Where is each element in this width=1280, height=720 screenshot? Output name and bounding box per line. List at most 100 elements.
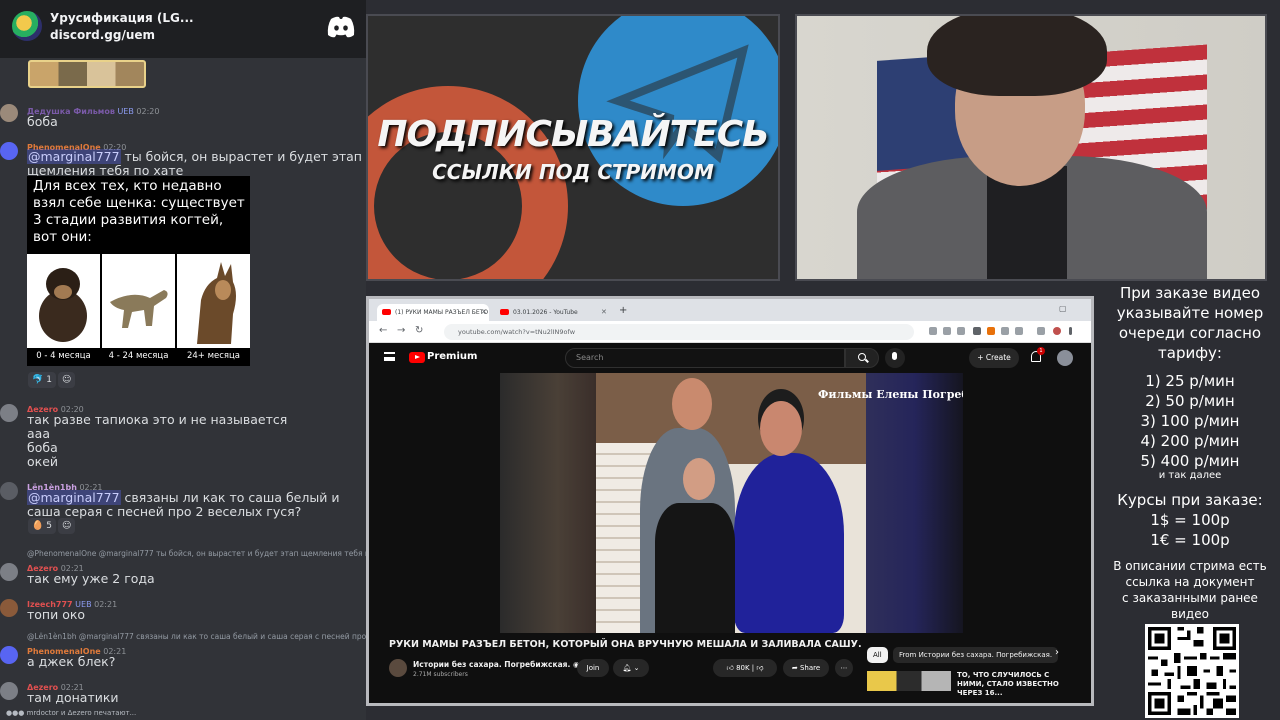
url-input[interactable]: youtube.com/watch?v=tNu2lIN9ofw xyxy=(444,324,914,340)
share-label: Share xyxy=(799,664,821,672)
meme-stage-caption: 4 - 24 месяца xyxy=(108,351,169,361)
user-mention[interactable]: @marginal777 xyxy=(27,149,121,164)
tariff-etc: и так далее xyxy=(1158,470,1222,481)
search-button[interactable] xyxy=(845,348,879,368)
man-head xyxy=(672,378,712,430)
meme-stage-caption: 0 - 4 месяца xyxy=(36,351,91,361)
meme-image[interactable]: Для всех тех, кто недавно взял себе щенк… xyxy=(27,176,250,366)
user-avatar[interactable] xyxy=(0,142,18,160)
menu-icon[interactable] xyxy=(1069,327,1072,335)
more-icon: ⋯ xyxy=(840,664,848,672)
account-avatar[interactable] xyxy=(1057,350,1073,366)
message-text: так разве тапиока это и не называется аа… xyxy=(27,413,363,469)
attached-image-dogs[interactable] xyxy=(28,60,146,88)
add-reaction-button[interactable]: ☺ xyxy=(58,518,76,534)
chip-from-channel[interactable]: From Истории без сахара. Погребижская. xyxy=(893,647,1059,663)
extension-icon[interactable] xyxy=(973,327,981,335)
server-name[interactable]: Урусификация (LG... xyxy=(50,11,194,25)
extension-icon[interactable] xyxy=(987,327,995,335)
rate-line: 1$ = 100р xyxy=(1150,511,1230,529)
info-footer-line: ссылка на документ xyxy=(1125,575,1255,589)
subscribe-bell-button[interactable]: 🔔︎ ⌄ xyxy=(613,659,649,677)
blurred-edge xyxy=(500,373,596,633)
youtube-brand-label[interactable]: Premium xyxy=(427,351,477,362)
server-invite-link[interactable]: discord.gg/uem xyxy=(50,28,155,42)
smiley-icon: ☺ xyxy=(62,375,72,385)
share-icon: ➦ xyxy=(791,664,800,672)
message-text: так ему уже 2 года xyxy=(27,571,155,586)
extension-icon[interactable] xyxy=(1001,327,1009,335)
create-label: Create xyxy=(985,353,1011,362)
recommended-thumbnail[interactable] xyxy=(867,671,951,691)
user-avatar[interactable] xyxy=(0,104,18,122)
cast-icon[interactable] xyxy=(943,327,951,335)
streamer-hair xyxy=(927,16,1107,96)
tariff-line: 1) 25 р/мин xyxy=(1145,372,1235,390)
user-avatar[interactable] xyxy=(0,682,18,700)
sidebar-icon[interactable] xyxy=(1037,327,1045,335)
chevron-right-icon[interactable]: › xyxy=(1055,647,1059,658)
message-line: боба xyxy=(27,440,58,455)
hamburger-menu-icon[interactable] xyxy=(384,352,395,361)
video-player[interactable]: Фильмы Елены Погребижской xyxy=(500,373,963,633)
user-avatar[interactable] xyxy=(0,563,18,581)
stream-layout: Урусификация (LG... discord.gg/uem Дедуш… xyxy=(0,0,1280,720)
user-avatar[interactable] xyxy=(0,404,18,422)
message-text: топи око xyxy=(27,607,86,622)
more-actions-button[interactable]: ⋯ xyxy=(835,659,853,677)
reaction-chip[interactable]: 🥚 5 xyxy=(28,518,56,534)
adult-dog-picture xyxy=(177,254,250,348)
boy-figure xyxy=(655,503,735,633)
user-avatar[interactable] xyxy=(0,599,18,617)
dislike-icon: | 👎︎ xyxy=(749,664,764,672)
search-input[interactable]: Search xyxy=(565,348,845,368)
like-dislike-buttons[interactable]: 👍︎ 80K | 👎︎ xyxy=(713,659,777,677)
tariff-line: 2) 50 р/мин xyxy=(1145,392,1235,410)
browser-tab[interactable]: 03.01.2026 - YouTube xyxy=(495,304,605,321)
banner-subtitle: ССЫЛКИ ПОД СТРИМОМ xyxy=(432,160,714,184)
message-text: боба xyxy=(27,114,58,129)
typing-text: mrdoctor и Δezero печатают... xyxy=(26,709,137,717)
user-mention[interactable]: @marginal777 xyxy=(27,490,121,505)
youtube-logo-icon[interactable] xyxy=(409,352,425,363)
user-avatar[interactable] xyxy=(0,482,18,500)
join-button[interactable]: Join xyxy=(577,659,609,677)
close-tab-icon[interactable]: ✕ xyxy=(481,308,487,316)
browser-tab-active[interactable]: (1) РУКИ МАМЫ РАЗЪЕЛ БЕТО xyxy=(377,304,489,321)
youtube-favicon-icon xyxy=(382,309,391,315)
discord-chat-panel: Урусификация (LG... discord.gg/uem Дедуш… xyxy=(0,0,366,720)
server-avatar[interactable] xyxy=(12,11,42,41)
profile-icon[interactable] xyxy=(1053,327,1061,335)
info-header-line: очереди согласно xyxy=(1118,324,1262,342)
message-text: а джек блек? xyxy=(27,654,116,669)
reaction-chip[interactable]: 🐬 1 xyxy=(28,372,56,388)
close-tab-icon[interactable]: ✕ xyxy=(601,308,607,316)
forward-icon[interactable]: → xyxy=(397,325,405,336)
message-line: ааа xyxy=(27,426,50,441)
chip-all[interactable]: All xyxy=(867,647,888,663)
youtube-favicon-icon xyxy=(500,309,509,315)
new-tab-icon[interactable]: + xyxy=(619,305,627,316)
reply-preview[interactable]: @Lёn1èn1bh @marginal777 связаны ли как т… xyxy=(27,632,366,641)
bookmark-icon[interactable] xyxy=(957,327,965,335)
channel-name[interactable]: Истории без сахара. Погребижская. ◉ xyxy=(413,660,580,669)
recommended-title[interactable]: ТО, ЧТО СЛУЧИЛОСЬ С НИМИ, СТАЛО ИЗВЕСТНО… xyxy=(957,671,1067,698)
add-reaction-button[interactable]: ☺ xyxy=(58,372,76,388)
voice-search-button[interactable] xyxy=(885,348,905,368)
reload-icon[interactable]: ↻ xyxy=(415,325,423,336)
zoom-icon[interactable] xyxy=(929,327,937,335)
extensions-puzzle-icon[interactable] xyxy=(1015,327,1023,335)
back-icon[interactable]: ← xyxy=(379,325,387,336)
share-button[interactable]: ➦ Share xyxy=(783,659,829,677)
info-footer-line: В описании стрима есть xyxy=(1113,559,1267,573)
create-button[interactable]: + Create xyxy=(969,348,1019,368)
channel-avatar[interactable] xyxy=(389,659,407,677)
message-line: окей xyxy=(27,454,59,469)
user-avatar[interactable] xyxy=(0,646,18,664)
search-icon xyxy=(858,353,866,361)
minimize-icon[interactable]: ▢ xyxy=(1059,304,1067,313)
tab-title: 03.01.2026 - YouTube xyxy=(513,309,578,316)
reply-preview[interactable]: @PhenomenalOne @marginal777 ты бойся, он… xyxy=(27,549,366,558)
banner-title: ПОДПИСЫВАЙТЕСЬ xyxy=(377,114,769,155)
tab-bar: (1) РУКИ МАМЫ РАЗЪЕЛ БЕТО ✕ 03.01.2026 -… xyxy=(369,299,1091,321)
